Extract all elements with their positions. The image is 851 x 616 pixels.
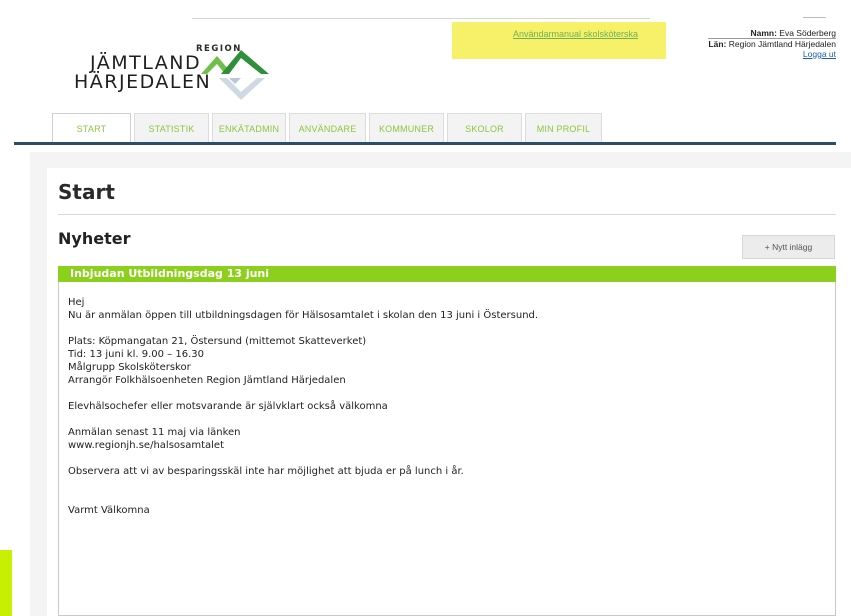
user-manual-link[interactable]: Användarmanual skolsköterska <box>513 29 638 39</box>
title-divider <box>58 214 836 215</box>
lan-label: Län: <box>708 39 727 49</box>
news-item-title[interactable]: Inbjudan Utbildningsdag 13 juni <box>58 266 836 282</box>
news-line: Varmt Välkomna <box>68 505 150 516</box>
new-post-button[interactable]: + Nytt inlägg <box>742 235 835 259</box>
logo-line2: HÄRJEDALEN <box>74 71 212 93</box>
tab-kommuner[interactable]: KOMMUNER <box>369 113 444 143</box>
tab-enkatadmin[interactable]: ENKÄTADMIN <box>212 113 286 143</box>
news-line <box>68 413 538 426</box>
main-tabs: START STATISTIK ENKÄTADMIN ANVÄNDARE KOM… <box>52 113 602 143</box>
news-item-text: Hej Nu är anmälan öppen till utbildnings… <box>68 296 538 517</box>
news-line: Arrangör Folkhälsoenheten Region Jämtlan… <box>68 375 346 386</box>
news-line: Målgrupp Skolsköterskor <box>68 362 191 373</box>
tab-anvandare[interactable]: ANVÄNDARE <box>289 113 366 143</box>
news-line: Hej <box>68 297 85 308</box>
page-title: Start <box>58 180 115 204</box>
tab-skolor[interactable]: SKOLOR <box>447 113 522 143</box>
mountain-logo-icon <box>201 50 269 100</box>
news-line <box>68 478 538 491</box>
tab-start[interactable]: START <box>52 113 131 143</box>
news-line <box>68 491 538 504</box>
logout-link[interactable]: Logga ut <box>803 49 836 59</box>
news-line: Plats: Köpmangatan 21, Östersund (mittem… <box>68 336 367 347</box>
news-line: Anmälan senast 11 maj via länken <box>68 427 241 438</box>
news-line: Observera att vi av besparingsskäl inte … <box>68 466 464 477</box>
user-lan: Region Jämtland Härjedalen <box>728 39 836 49</box>
user-name: Eva Söderberg <box>779 28 836 38</box>
news-line <box>68 387 538 400</box>
news-line <box>68 322 538 335</box>
user-info: Namn: Eva Söderberg Län: Region Jämtland… <box>708 28 836 59</box>
name-label: Namn: <box>750 28 777 38</box>
nav-bottom-bar <box>14 142 836 145</box>
news-line: Tid: 13 juni kl. 9.00 – 16.30 <box>68 349 204 360</box>
news-line: www.regionjh.se/halsosamtalet <box>68 440 225 451</box>
manual-highlight <box>452 22 666 59</box>
news-line: Elevhälsochefer eller motsvarande är sjä… <box>68 401 388 412</box>
side-accent-bar <box>0 550 12 616</box>
news-line: Nu är anmälan öppen till utbildningsdage… <box>68 310 539 321</box>
region-logo[interactable]: REGION JÄMTLAND HÄRJEDALEN <box>74 44 274 104</box>
top-divider <box>192 18 650 19</box>
tab-min-profil[interactable]: MIN PROFIL <box>525 113 602 143</box>
news-line <box>68 452 538 465</box>
top-divider-small <box>803 17 826 18</box>
news-heading: Nyheter <box>58 229 131 248</box>
tab-statistik[interactable]: STATISTIK <box>134 113 209 143</box>
